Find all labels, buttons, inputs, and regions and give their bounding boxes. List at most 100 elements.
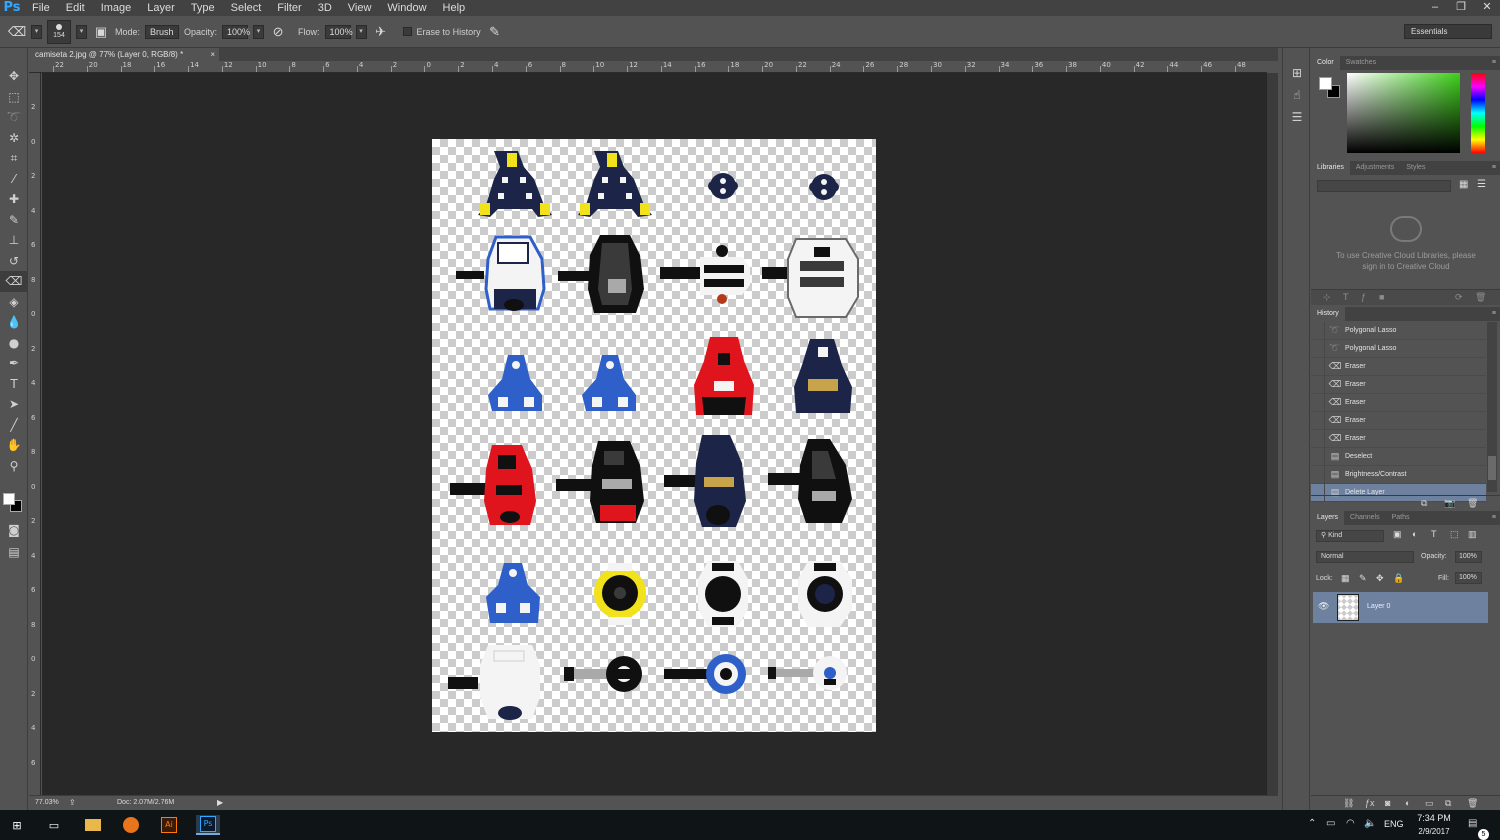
menu-layer[interactable]: Layer xyxy=(139,0,183,16)
filter-shape-icon[interactable]: ⬚ xyxy=(1450,529,1459,540)
zoom-readout[interactable]: 77.03% xyxy=(35,799,59,806)
color-spectrum-field[interactable] xyxy=(1347,73,1460,153)
menu-view[interactable]: View xyxy=(340,0,380,16)
airbrush-icon[interactable]: ✈ xyxy=(372,23,390,41)
action-center-icon[interactable]: ▤ xyxy=(1468,818,1477,829)
clock-date[interactable]: 2/9/2017 xyxy=(1416,827,1452,836)
illustrator-icon[interactable]: Ai xyxy=(158,815,180,835)
horizontal-ruler[interactable]: 22 20 18 16 14 12 10 8 6 4 2 0 2 4 6 8 10 12 14 16 18 20 22 24 2… xyxy=(29,61,1267,73)
firefox-icon[interactable] xyxy=(120,815,142,835)
menu-filter[interactable]: Filter xyxy=(269,0,309,16)
move-tool-icon[interactable]: ✥ xyxy=(0,66,28,87)
delete-layer-icon[interactable]: 🗑 xyxy=(1467,798,1478,809)
history-source-box[interactable] xyxy=(1311,321,1325,340)
filter-pixel-icon[interactable]: ▣ xyxy=(1393,529,1402,540)
history-item[interactable]: ⌫ Eraser xyxy=(1311,393,1486,412)
eyedropper-tool-icon[interactable]: ⁄ xyxy=(0,169,28,190)
blur-tool-icon[interactable]: 💧 xyxy=(0,312,28,333)
task-view-icon[interactable]: ▭ xyxy=(43,815,65,835)
eraser-tool-icon[interactable]: ⌫ xyxy=(0,271,28,292)
hand-tool-icon[interactable]: ✋ xyxy=(0,435,28,456)
history-item[interactable]: ⌫ Eraser xyxy=(1311,411,1486,430)
visibility-eye-icon[interactable]: 👁 xyxy=(1318,601,1329,612)
quick-select-tool-icon[interactable]: ✲ xyxy=(0,128,28,149)
add-color-icon[interactable]: ■ xyxy=(1379,292,1384,302)
delete-state-icon[interactable]: 🗑 xyxy=(1467,498,1478,509)
tab-history[interactable]: History xyxy=(1311,307,1345,321)
filter-adjustment-icon[interactable]: ◐ xyxy=(1412,529,1417,539)
marquee-tool-icon[interactable]: ⬚ xyxy=(0,87,28,108)
show-hidden-icons-icon[interactable]: ⌃ xyxy=(1308,818,1316,829)
close-tab-icon[interactable]: × xyxy=(210,48,215,61)
tab-libraries[interactable]: Libraries xyxy=(1311,161,1350,175)
add-mask-icon[interactable]: ◙ xyxy=(1385,798,1390,808)
dodge-tool-icon[interactable]: ● xyxy=(0,333,28,354)
lock-position-icon[interactable]: ✥ xyxy=(1376,573,1384,584)
mode-select[interactable]: Brush xyxy=(145,24,180,39)
layer-name[interactable]: Layer 0 xyxy=(1367,603,1390,610)
new-layer-icon[interactable]: ⧉ xyxy=(1445,798,1451,809)
eraser-tool-preset-icon[interactable]: ⌫ xyxy=(8,23,26,41)
language-indicator[interactable]: ENG xyxy=(1384,819,1404,829)
tab-swatches[interactable]: Swatches xyxy=(1340,56,1382,70)
healing-tool-icon[interactable]: ✚ xyxy=(0,189,28,210)
grid-view-icon[interactable]: ▦ xyxy=(1459,179,1468,190)
menu-select[interactable]: Select xyxy=(223,0,270,16)
fill-field[interactable]: 100% xyxy=(1455,572,1482,584)
pen-tool-icon[interactable]: ✒ xyxy=(0,353,28,374)
zoom-tool-icon[interactable]: ⚲ xyxy=(0,456,28,477)
layers-panel-menu-icon[interactable]: ≡ xyxy=(1492,511,1496,525)
hue-slider[interactable] xyxy=(1471,73,1485,153)
menu-3d[interactable]: 3D xyxy=(310,0,340,16)
menu-window[interactable]: Window xyxy=(379,0,434,16)
history-item[interactable]: ➰ Polygonal Lasso xyxy=(1311,339,1486,358)
library-delete-icon[interactable]: 🗑 xyxy=(1475,292,1486,303)
lock-all-icon[interactable]: 🔒 xyxy=(1393,573,1404,584)
history-source-box[interactable] xyxy=(1311,339,1325,358)
lock-image-icon[interactable]: ✎ xyxy=(1359,573,1367,584)
status-menu-arrow-icon[interactable]: ▶ xyxy=(217,798,223,807)
path-select-tool-icon[interactable]: ➤ xyxy=(0,394,28,415)
brush-picker-dropdown[interactable]: ▾ xyxy=(76,24,87,39)
tool-preset-dropdown[interactable]: ▾ xyxy=(31,24,42,39)
history-item[interactable]: ⌫ Eraser xyxy=(1311,429,1486,448)
list-view-icon[interactable]: ☰ xyxy=(1477,179,1486,190)
tab-adjustments[interactable]: Adjustments xyxy=(1350,161,1401,175)
flow-field[interactable]: 100% xyxy=(324,24,353,39)
history-item[interactable]: ➰ Polygonal Lasso xyxy=(1311,321,1486,340)
brush-tool-icon[interactable]: ✎ xyxy=(0,210,28,231)
layer-opacity-field[interactable]: 100% xyxy=(1455,551,1482,563)
adjustments-panel-icon[interactable]: ☰ xyxy=(1283,106,1311,128)
line-tool-icon[interactable]: ╱ xyxy=(0,415,28,436)
sync-icon[interactable]: ⟳ xyxy=(1455,292,1463,303)
properties-panel-icon[interactable]: ⊞ xyxy=(1283,62,1311,84)
filter-smart-object-icon[interactable]: ▥ xyxy=(1468,529,1477,540)
new-document-from-state-icon[interactable]: ⧉ xyxy=(1421,498,1427,509)
color-panel-menu-icon[interactable]: ≡ xyxy=(1492,56,1496,70)
libraries-panel-menu-icon[interactable]: ≡ xyxy=(1492,161,1496,175)
history-item[interactable]: ▤ Deselect xyxy=(1311,447,1486,466)
restore-button[interactable]: ❐ xyxy=(1448,0,1474,16)
crop-tool-icon[interactable]: ⌗ xyxy=(0,148,28,169)
vertical-ruler[interactable]: 2 0 2 4 6 8 0 2 4 6 8 0 2 4 6 8 0 2 4 6 xyxy=(29,73,41,795)
new-group-icon[interactable]: ▭ xyxy=(1425,798,1434,809)
add-text-style-icon[interactable]: T xyxy=(1343,292,1349,302)
share-icon[interactable]: ⇪ xyxy=(69,798,76,807)
menu-file[interactable]: File xyxy=(24,0,58,16)
document-canvas[interactable] xyxy=(432,139,876,732)
pressure-opacity-icon[interactable]: ⊘ xyxy=(269,23,287,41)
menu-help[interactable]: Help xyxy=(435,0,474,16)
library-select[interactable] xyxy=(1317,180,1451,192)
opacity-slider-dropdown[interactable]: ▾ xyxy=(253,24,265,39)
actions-panel-icon[interactable]: ☝ xyxy=(1283,84,1311,106)
history-brush-tool-icon[interactable]: ↺ xyxy=(0,251,28,272)
tab-layers[interactable]: Layers xyxy=(1311,511,1345,525)
add-layer-style-icon[interactable]: ƒ xyxy=(1361,292,1366,302)
tab-channels[interactable]: Channels xyxy=(1344,511,1386,525)
opacity-field[interactable]: 100% xyxy=(222,24,250,39)
tab-styles[interactable]: Styles xyxy=(1400,161,1431,175)
document-tab[interactable]: camiseta 2.jpg @ 77% (Layer 0, RGB/8) * … xyxy=(29,48,219,61)
volume-icon[interactable]: 🔈 xyxy=(1364,818,1376,829)
flow-slider-dropdown[interactable]: ▾ xyxy=(355,24,367,39)
photoshop-taskbar-icon[interactable]: Ps xyxy=(196,815,220,835)
